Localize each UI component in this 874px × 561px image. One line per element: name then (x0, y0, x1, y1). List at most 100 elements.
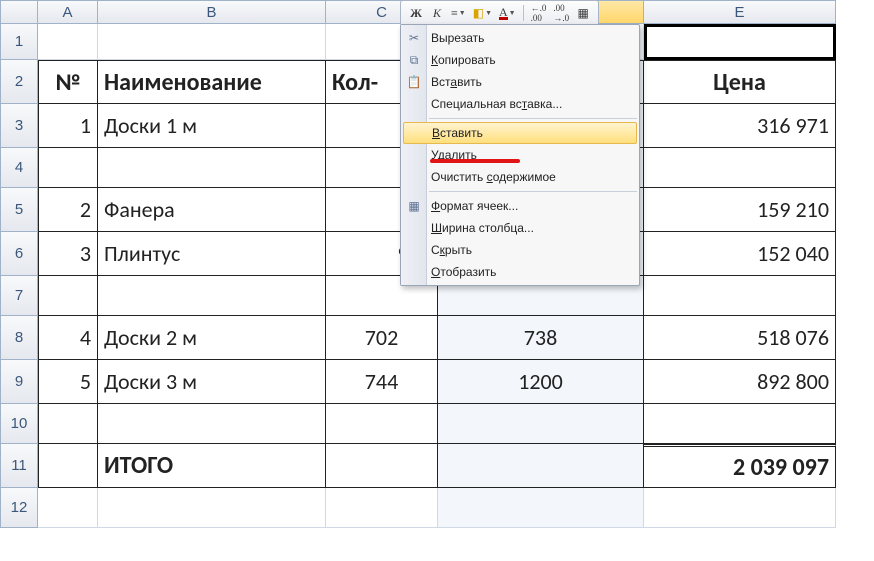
cell-styles-button[interactable]: ▦ (574, 4, 592, 22)
cell-a11[interactable] (38, 444, 98, 488)
cell-e7[interactable] (644, 276, 836, 316)
menu-paste-special[interactable]: Специальная вставка... (401, 93, 639, 115)
cell-b9[interactable]: Доски 3 м (98, 360, 326, 404)
cell-b5[interactable]: Фанера (98, 188, 326, 232)
styles-icon: ▦ (577, 6, 588, 21)
cell-e6[interactable]: 152 040 (644, 232, 836, 276)
cell-e11[interactable]: 2 039 097 (644, 444, 836, 488)
menu-label: Ширина столбца... (431, 221, 534, 235)
row-head-9[interactable]: 9 (0, 360, 38, 404)
cell-c9[interactable]: 744 (326, 360, 438, 404)
cell-d8[interactable]: 738 (438, 316, 644, 360)
cell-a3[interactable]: 1 (38, 104, 98, 148)
align-button[interactable]: ≡▼ (449, 4, 468, 22)
header-price[interactable]: Цена (644, 60, 836, 104)
cell-a8[interactable]: 4 (38, 316, 98, 360)
row-head-11[interactable]: 11 (0, 444, 38, 488)
menu-label: Вставить (431, 75, 482, 89)
cell-e10[interactable] (644, 404, 836, 444)
menu-paste[interactable]: 📋 Вставить (401, 71, 639, 93)
header-name[interactable]: Наименование (98, 60, 326, 104)
menu-unhide[interactable]: Отобразить (401, 261, 639, 283)
cell-e4[interactable] (644, 148, 836, 188)
cell-a6[interactable]: 3 (38, 232, 98, 276)
row-head-6[interactable]: 6 (0, 232, 38, 276)
cell-b7[interactable] (98, 276, 326, 316)
decrease-decimal-button[interactable]: .00→.0 (551, 4, 571, 22)
cell-a10[interactable] (38, 404, 98, 444)
chevron-down-icon: ▼ (485, 9, 492, 17)
menu-column-width[interactable]: Ширина столбца... (401, 217, 639, 239)
menu-label: Скрыть (431, 243, 472, 257)
cell-d9[interactable]: 1200 (438, 360, 644, 404)
select-all-corner[interactable] (0, 0, 38, 24)
cell-e8[interactable]: 518 076 (644, 316, 836, 360)
cell-b3[interactable]: Доски 1 м (98, 104, 326, 148)
menu-format-cells[interactable]: ▦ Формат ячеек... (401, 195, 639, 217)
row-head-8[interactable]: 8 (0, 316, 38, 360)
row-head-4[interactable]: 4 (0, 148, 38, 188)
cell-a1[interactable] (38, 24, 98, 60)
chevron-down-icon: ▼ (459, 9, 466, 17)
bold-button[interactable]: Ж (407, 4, 425, 22)
cell-a12[interactable] (38, 488, 98, 528)
increase-decimal-icon: ←.0.00 (531, 3, 547, 23)
row-head-12[interactable]: 12 (0, 488, 38, 528)
chevron-down-icon: ▼ (509, 9, 516, 17)
cell-d10[interactable] (438, 404, 644, 444)
col-head-a[interactable]: A (38, 0, 98, 24)
cell-b8[interactable]: Доски 2 м (98, 316, 326, 360)
row-head-10[interactable]: 10 (0, 404, 38, 444)
cell-b12[interactable] (98, 488, 326, 528)
separator-icon (523, 5, 524, 21)
cell-a9[interactable]: 5 (38, 360, 98, 404)
col-head-b[interactable]: B (98, 0, 326, 24)
cell-c8[interactable]: 702 (326, 316, 438, 360)
cell-c12[interactable] (326, 488, 438, 528)
font-color-button[interactable]: А▼ (497, 4, 518, 22)
menu-insert[interactable]: Вставить (403, 122, 637, 144)
cell-b11[interactable]: ИТОГО (98, 444, 326, 488)
cell-b10[interactable] (98, 404, 326, 444)
menu-separator (429, 118, 637, 119)
italic-button[interactable]: К (428, 4, 446, 22)
cell-a4[interactable] (38, 148, 98, 188)
fill-color-button[interactable]: ◧▼ (471, 4, 494, 22)
menu-label: Вставить (432, 126, 483, 140)
bucket-icon: ◧ (473, 6, 484, 21)
cell-e1[interactable] (644, 24, 836, 60)
row-head-1[interactable]: 1 (0, 24, 38, 60)
cell-e3[interactable]: 316 971 (644, 104, 836, 148)
header-num[interactable]: № (38, 60, 98, 104)
menu-label: Вырезать (431, 31, 484, 45)
cell-d11[interactable] (438, 444, 644, 488)
row-head-7[interactable]: 7 (0, 276, 38, 316)
menu-cut[interactable]: ✂ Вырезать (401, 27, 639, 49)
menu-label: Копировать (431, 53, 496, 67)
cell-e5[interactable]: 159 210 (644, 188, 836, 232)
cell-d12[interactable] (438, 488, 644, 528)
cell-c10[interactable] (326, 404, 438, 444)
cell-e12[interactable] (644, 488, 836, 528)
cell-e9[interactable]: 892 800 (644, 360, 836, 404)
table-icon: ▦ (405, 197, 423, 215)
cell-b6[interactable]: Плинтус (98, 232, 326, 276)
increase-decimal-button[interactable]: ←.0.00 (529, 4, 549, 22)
menu-copy[interactable]: ⧉ Копировать (401, 49, 639, 71)
menu-label: Отобразить (431, 265, 496, 279)
cell-a5[interactable]: 2 (38, 188, 98, 232)
cell-c11[interactable] (326, 444, 438, 488)
copy-icon: ⧉ (405, 51, 423, 69)
row-head-5[interactable]: 5 (0, 188, 38, 232)
row-head-3[interactable]: 3 (0, 104, 38, 148)
decrease-decimal-icon: .00→.0 (553, 3, 569, 23)
menu-hide[interactable]: Скрыть (401, 239, 639, 261)
row-head-2[interactable]: 2 (0, 60, 38, 104)
context-menu: ✂ Вырезать ⧉ Копировать 📋 Вставить Специ… (400, 24, 640, 286)
cell-b4[interactable] (98, 148, 326, 188)
italic-icon: К (433, 6, 441, 21)
cell-a7[interactable] (38, 276, 98, 316)
menu-clear[interactable]: Очистить содержимое (401, 166, 639, 188)
col-head-e[interactable]: E (644, 0, 836, 24)
cell-b1[interactable] (98, 24, 326, 60)
